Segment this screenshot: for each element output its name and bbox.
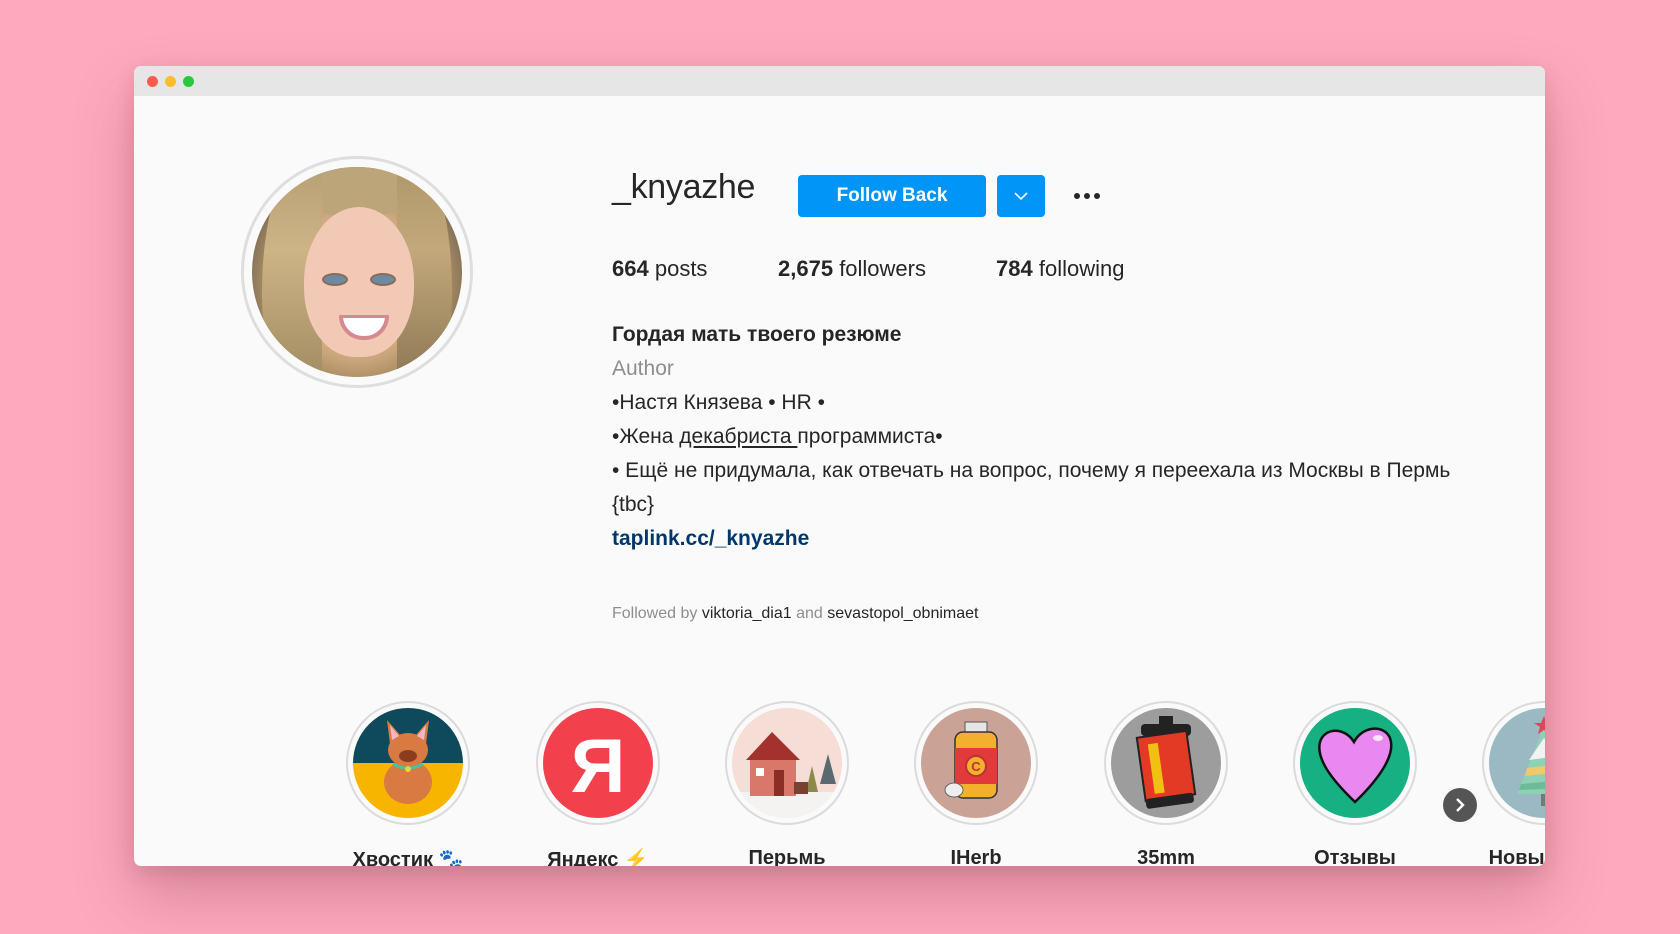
more-options-button[interactable] <box>1067 179 1107 213</box>
bio-full-name: Гордая мать твоего резюме <box>612 323 902 346</box>
more-options-icon-dot <box>1084 193 1090 199</box>
svg-text:Я: Я <box>571 724 626 809</box>
following-label: following <box>1038 256 1125 281</box>
highlight-item[interactable]: Новый го... <box>1459 701 1545 866</box>
heart-icon <box>1300 708 1410 818</box>
highlight-label: Яндекс ⚡ <box>547 849 649 866</box>
christmas-tree-icon <box>1489 708 1545 818</box>
highlights-next-button[interactable] <box>1443 788 1477 822</box>
highlight-item[interactable]: Отзывы <box>1270 701 1440 866</box>
bio-underlined-text: декабриста <box>679 425 798 448</box>
bio-line: •Жена декабриста программиста• <box>612 420 1492 454</box>
bio-website-link[interactable]: taplink.cc/_knyazhe <box>612 527 809 550</box>
highlight-item[interactable]: Хвостик 🐾 <box>323 701 493 866</box>
followers-link[interactable]: 2,675 followers <box>778 256 926 282</box>
minimize-window-button[interactable] <box>165 76 176 87</box>
close-window-button[interactable] <box>147 76 158 87</box>
highlight-item[interactable]: Я Яндекс ⚡ <box>513 701 683 866</box>
followers-label: followers <box>839 256 926 281</box>
followed-by-user[interactable]: sevastopol_obnimaet <box>827 605 978 622</box>
chevron-down-icon <box>1014 192 1028 200</box>
followed-by[interactable]: Followed by viktoria_dia1 and sevastopol… <box>612 605 978 623</box>
highlight-label: Хвостик 🐾 <box>352 849 464 866</box>
maximize-window-button[interactable] <box>183 76 194 87</box>
highlight-label: 35mm <box>1137 847 1195 866</box>
highlight-item[interactable]: Перьмь <box>702 701 872 866</box>
posts-count-value: 664 <box>612 256 649 281</box>
followed-by-and: and <box>796 605 823 622</box>
highlight-label: Перьмь <box>748 847 826 866</box>
following-count-value: 784 <box>996 256 1033 281</box>
profile-username: _knyazhe <box>612 168 756 206</box>
posts-count: 664 posts <box>612 256 707 282</box>
bio-text: программиста• <box>797 425 943 448</box>
house-icon <box>732 708 842 818</box>
highlight-item[interactable]: C IHerb <box>891 701 1061 866</box>
follow-back-button[interactable]: Follow Back <box>798 175 986 217</box>
profile-avatar[interactable] <box>241 156 473 388</box>
story-highlights: Хвостик 🐾 Я Яндекс ⚡ Перьмь C IHerb 35mm… <box>134 701 1545 866</box>
highlight-label: Отзывы <box>1314 847 1396 866</box>
bio-line: •Настя Князева • HR • <box>612 391 825 414</box>
following-link[interactable]: 784 following <box>996 256 1124 282</box>
highlight-label: IHerb <box>950 847 1002 866</box>
svg-text:C: C <box>971 759 981 774</box>
yandex-logo-icon: Я <box>543 708 653 818</box>
posts-label: posts <box>654 256 708 281</box>
highlight-label: Новый го... <box>1488 847 1545 866</box>
vitamin-jar-icon: C <box>921 708 1031 818</box>
profile-bio: Гордая мать твоего резюме Author •Настя … <box>612 318 1492 556</box>
followers-count-value: 2,675 <box>778 256 834 281</box>
film-roll-icon <box>1111 708 1221 818</box>
suggestions-dropdown-button[interactable] <box>997 175 1045 217</box>
followed-by-prefix: Followed by <box>612 605 698 622</box>
browser-window: _knyazhe Follow Back 664 posts 2,675 fol… <box>134 66 1545 866</box>
followed-by-user[interactable]: viktoria_dia1 <box>702 605 792 622</box>
more-options-icon <box>1074 193 1080 199</box>
title-bar <box>134 66 1545 96</box>
avatar-photo <box>252 167 462 377</box>
dog-icon <box>353 708 463 818</box>
bio-line: • Ещё не придумала, как отвечать на вопр… <box>612 459 1451 516</box>
profile-page: _knyazhe Follow Back 664 posts 2,675 fol… <box>134 96 1545 866</box>
highlight-item[interactable]: 35mm <box>1081 701 1251 866</box>
chevron-right-icon <box>1456 798 1465 812</box>
more-options-icon-dot <box>1094 193 1100 199</box>
bio-category: Author <box>612 357 674 380</box>
bio-text: •Жена <box>612 425 680 448</box>
